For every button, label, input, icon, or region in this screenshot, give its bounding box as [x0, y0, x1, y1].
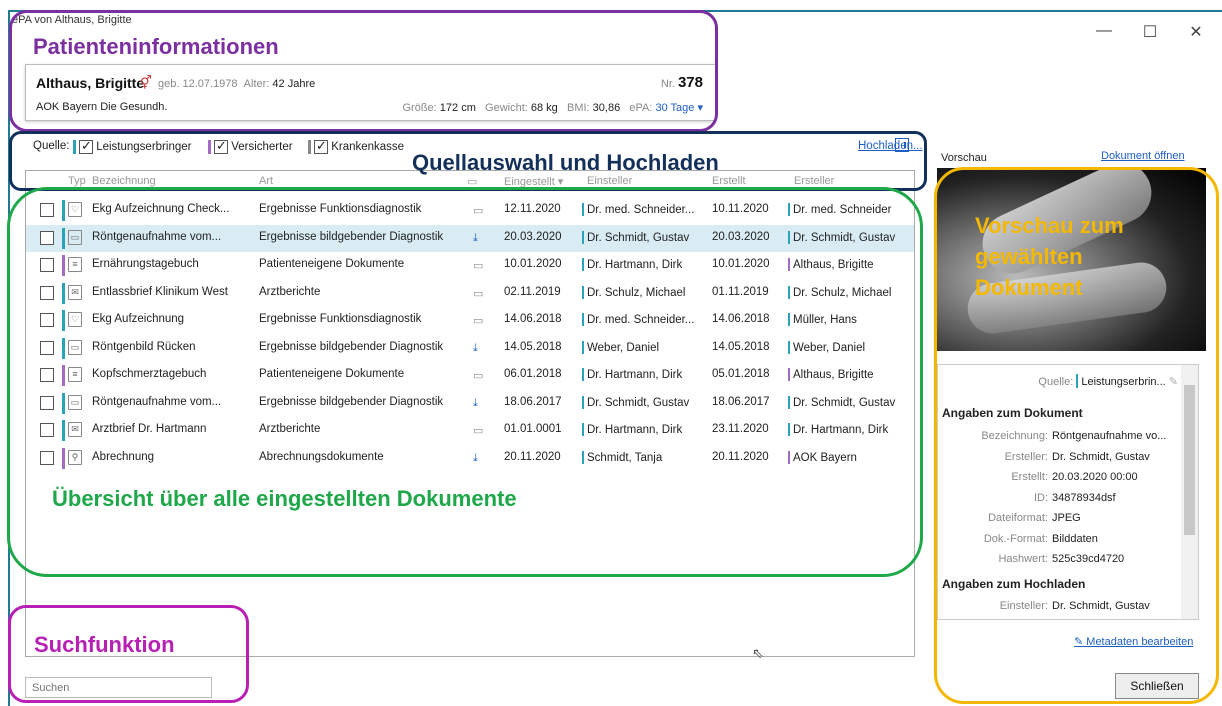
annotation-preview-label: Vorschau zum gewählten Dokument [975, 213, 1124, 300]
annotation-overview-frame [7, 187, 923, 577]
open-document-link[interactable]: Dokument öffnen [1101, 150, 1185, 162]
mouse-cursor-icon: ⇖ [752, 645, 764, 661]
annotation-search-label: Suchfunktion [34, 632, 175, 657]
preview-label: Vorschau [941, 152, 987, 164]
close-window-icon[interactable]: ✕ [1186, 22, 1206, 42]
annotation-patient-label: Patienteninformationen [33, 34, 279, 59]
annotation-patient-frame [9, 10, 718, 132]
minimize-icon[interactable]: — [1094, 22, 1114, 40]
annotation-source-label: Quellauswahl und Hochladen [412, 150, 719, 175]
annotation-overview-label: Übersicht über alle eingestellten Dokume… [52, 486, 517, 511]
maximize-icon[interactable]: ☐ [1140, 22, 1160, 42]
